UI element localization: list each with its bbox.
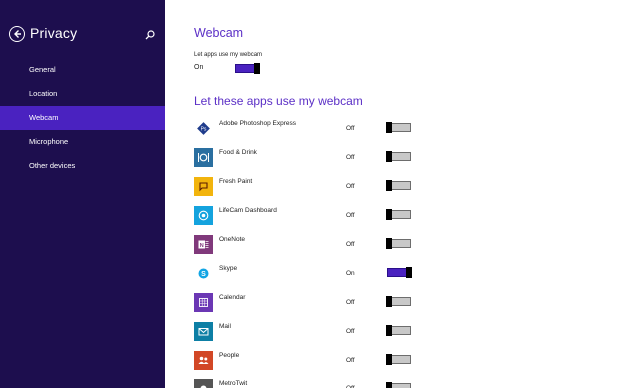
svg-text:N: N [200,243,204,249]
photoshop-express-icon: Ps [194,119,213,138]
app-webcam-toggle[interactable] [386,325,411,336]
toggle-thumb[interactable] [386,151,392,162]
toggle-thumb[interactable] [386,325,392,336]
app-state: Off [346,328,355,335]
app-name: Food & Drink [219,149,257,156]
app-name: Mail [219,323,231,330]
app-state: Off [346,125,355,132]
mail-icon [194,322,213,341]
app-name: LifeCam Dashboard [219,207,277,214]
app-webcam-toggle[interactable] [386,238,411,249]
app-name: People [219,352,240,359]
app-webcam-toggle[interactable] [386,209,411,220]
toggle-thumb[interactable] [254,63,260,74]
toggle-thumb[interactable] [386,382,392,388]
app-row-adobe-photoshop-express: Ps Adobe Photoshop Express Off [194,119,614,141]
nav-item-location[interactable]: Location [0,82,165,106]
app-webcam-toggle[interactable] [386,296,411,307]
svg-text:Ps: Ps [201,127,207,133]
webcam-settings-pane: Webcam Let apps use my webcam On Let the… [165,0,620,388]
toggle-thumb[interactable] [386,296,392,307]
people-icon [194,351,213,370]
app-row-fresh-paint: Fresh Paint Off [194,177,614,199]
master-toggle-state: On [194,64,204,71]
fresh-paint-icon [194,177,213,196]
toggle-thumb[interactable] [386,209,392,220]
apps-section-heading: Let these apps use my webcam [194,94,363,108]
app-name: MetroTwit [219,380,248,387]
app-row-mail: Mail Off [194,322,614,344]
settings-nav-list: General Location Webcam Microphone Other… [0,58,165,178]
app-state: Off [346,154,355,161]
app-name: Skype [219,265,238,272]
nav-item-webcam[interactable]: Webcam [0,106,165,130]
svg-text:S: S [201,271,206,278]
toggle-thumb[interactable] [386,238,392,249]
pane-header: Privacy [0,0,165,60]
app-webcam-toggle[interactable] [386,151,411,162]
app-state: On [346,270,355,277]
page-title: Webcam [194,26,244,40]
app-row-calendar: Calendar Off [194,293,614,315]
toggle-thumb[interactable] [386,180,392,191]
app-name: Fresh Paint [219,178,253,185]
back-arrow-icon[interactable] [9,26,25,42]
app-webcam-toggle[interactable] [386,180,411,191]
metrotwit-icon [194,379,213,388]
search-icon[interactable] [145,27,157,40]
master-webcam-toggle[interactable] [235,63,260,74]
lifecam-icon [194,206,213,225]
app-state: Off [346,299,355,306]
app-webcam-toggle[interactable] [387,267,412,278]
toggle-thumb[interactable] [386,122,392,133]
skype-icon: S [194,264,213,283]
app-name: OneNote [219,236,246,243]
app-state: Off [346,183,355,190]
app-state: Off [346,212,355,219]
pane-title: Privacy [30,25,78,41]
app-row-skype: S Skype On [194,264,614,286]
nav-item-general[interactable]: General [0,58,165,82]
app-state: Off [346,357,355,364]
master-toggle-label: Let apps use my webcam [194,52,263,58]
app-name: Calendar [219,294,246,301]
app-row-metrotwit: MetroTwit Off [194,379,614,388]
onenote-icon: N [194,235,213,254]
nav-item-other-devices[interactable]: Other devices [0,154,165,178]
calendar-icon [194,293,213,312]
nav-item-microphone[interactable]: Microphone [0,130,165,154]
app-row-food-drink: Food & Drink Off [194,148,614,170]
app-webcam-toggle[interactable] [386,354,411,365]
toggle-thumb[interactable] [386,354,392,365]
food-drink-icon [194,148,213,167]
app-webcam-toggle[interactable] [386,382,411,388]
toggle-thumb[interactable] [406,267,412,278]
app-row-people: People Off [194,351,614,373]
app-row-lifecam-dashboard: LifeCam Dashboard Off [194,206,614,228]
app-name: Adobe Photoshop Express [219,120,296,127]
app-webcam-toggle[interactable] [386,122,411,133]
app-row-onenote: N OneNote Off [194,235,614,257]
app-state: Off [346,241,355,248]
privacy-nav-pane: Privacy General Location Webcam Micropho… [0,0,165,388]
